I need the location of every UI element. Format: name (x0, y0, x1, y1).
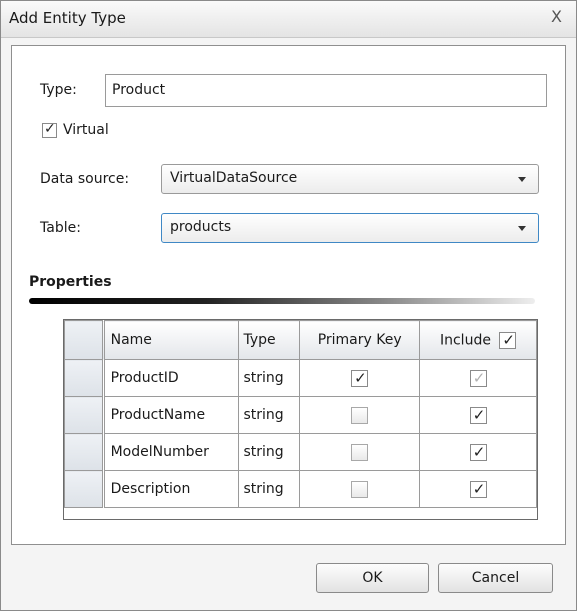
table-row[interactable]: Description string (64, 470, 537, 508)
type-label: Type: (40, 82, 77, 98)
datasource-select[interactable]: VirtualDataSource (161, 164, 539, 194)
primary-key-checkbox[interactable] (351, 406, 369, 424)
table-select[interactable]: products (161, 213, 539, 243)
include-all-checkbox[interactable] (499, 331, 517, 349)
cancel-button[interactable]: Cancel (438, 563, 553, 593)
row-selector[interactable] (64, 396, 105, 434)
table-row[interactable]: ModelNumber string (64, 433, 537, 471)
chevron-down-icon (518, 226, 526, 231)
column-header-include-label: Include (439, 332, 491, 348)
property-type: string (237, 433, 300, 471)
table-select-value: products (170, 219, 232, 235)
properties-heading: Properties (29, 274, 112, 290)
property-type: string (237, 396, 300, 434)
property-name: ProductID (102, 359, 239, 397)
table-label: Table: (40, 220, 81, 236)
type-input[interactable]: Product (105, 74, 547, 107)
row-selector[interactable] (64, 433, 105, 471)
ok-button[interactable]: OK (316, 563, 429, 593)
column-header-include[interactable]: Include (419, 320, 537, 360)
property-type: string (237, 470, 300, 508)
dialog-title: Add Entity Type (9, 9, 126, 27)
column-header-type[interactable]: Type (237, 320, 300, 360)
row-header-corner (64, 320, 105, 360)
add-entity-type-dialog: Add Entity Type X Type: Product Virtual … (0, 0, 577, 611)
property-name: ModelNumber (102, 433, 239, 471)
include-checkbox (469, 369, 487, 387)
datasource-select-value: VirtualDataSource (170, 170, 298, 186)
column-header-primary-key[interactable]: Primary Key (298, 320, 421, 360)
table-row[interactable]: ProductName string (64, 396, 537, 434)
primary-key-checkbox[interactable] (351, 369, 369, 387)
row-selector[interactable] (64, 470, 105, 508)
grid-header-row: Name Type Primary Key Include (64, 320, 537, 360)
virtual-label: Virtual (63, 122, 109, 138)
type-input-value: Product (112, 82, 166, 98)
primary-key-checkbox[interactable] (351, 480, 369, 498)
properties-grid: Name Type Primary Key Include ProductID … (63, 319, 538, 520)
include-checkbox[interactable] (469, 480, 487, 498)
property-type: string (237, 359, 300, 397)
include-checkbox[interactable] (469, 406, 487, 424)
property-name: Description (102, 470, 239, 508)
column-header-name[interactable]: Name (102, 320, 239, 360)
include-checkbox[interactable] (469, 443, 487, 461)
section-divider (29, 298, 535, 304)
table-row[interactable]: ProductID string (64, 359, 537, 397)
chevron-down-icon (518, 177, 526, 182)
primary-key-checkbox[interactable] (351, 443, 369, 461)
datasource-label: Data source: (40, 171, 130, 187)
row-selector[interactable] (64, 359, 105, 397)
title-bar: Add Entity Type X (1, 1, 576, 38)
close-icon[interactable]: X (551, 7, 562, 26)
virtual-checkbox[interactable] (42, 121, 57, 138)
property-name: ProductName (102, 396, 239, 434)
